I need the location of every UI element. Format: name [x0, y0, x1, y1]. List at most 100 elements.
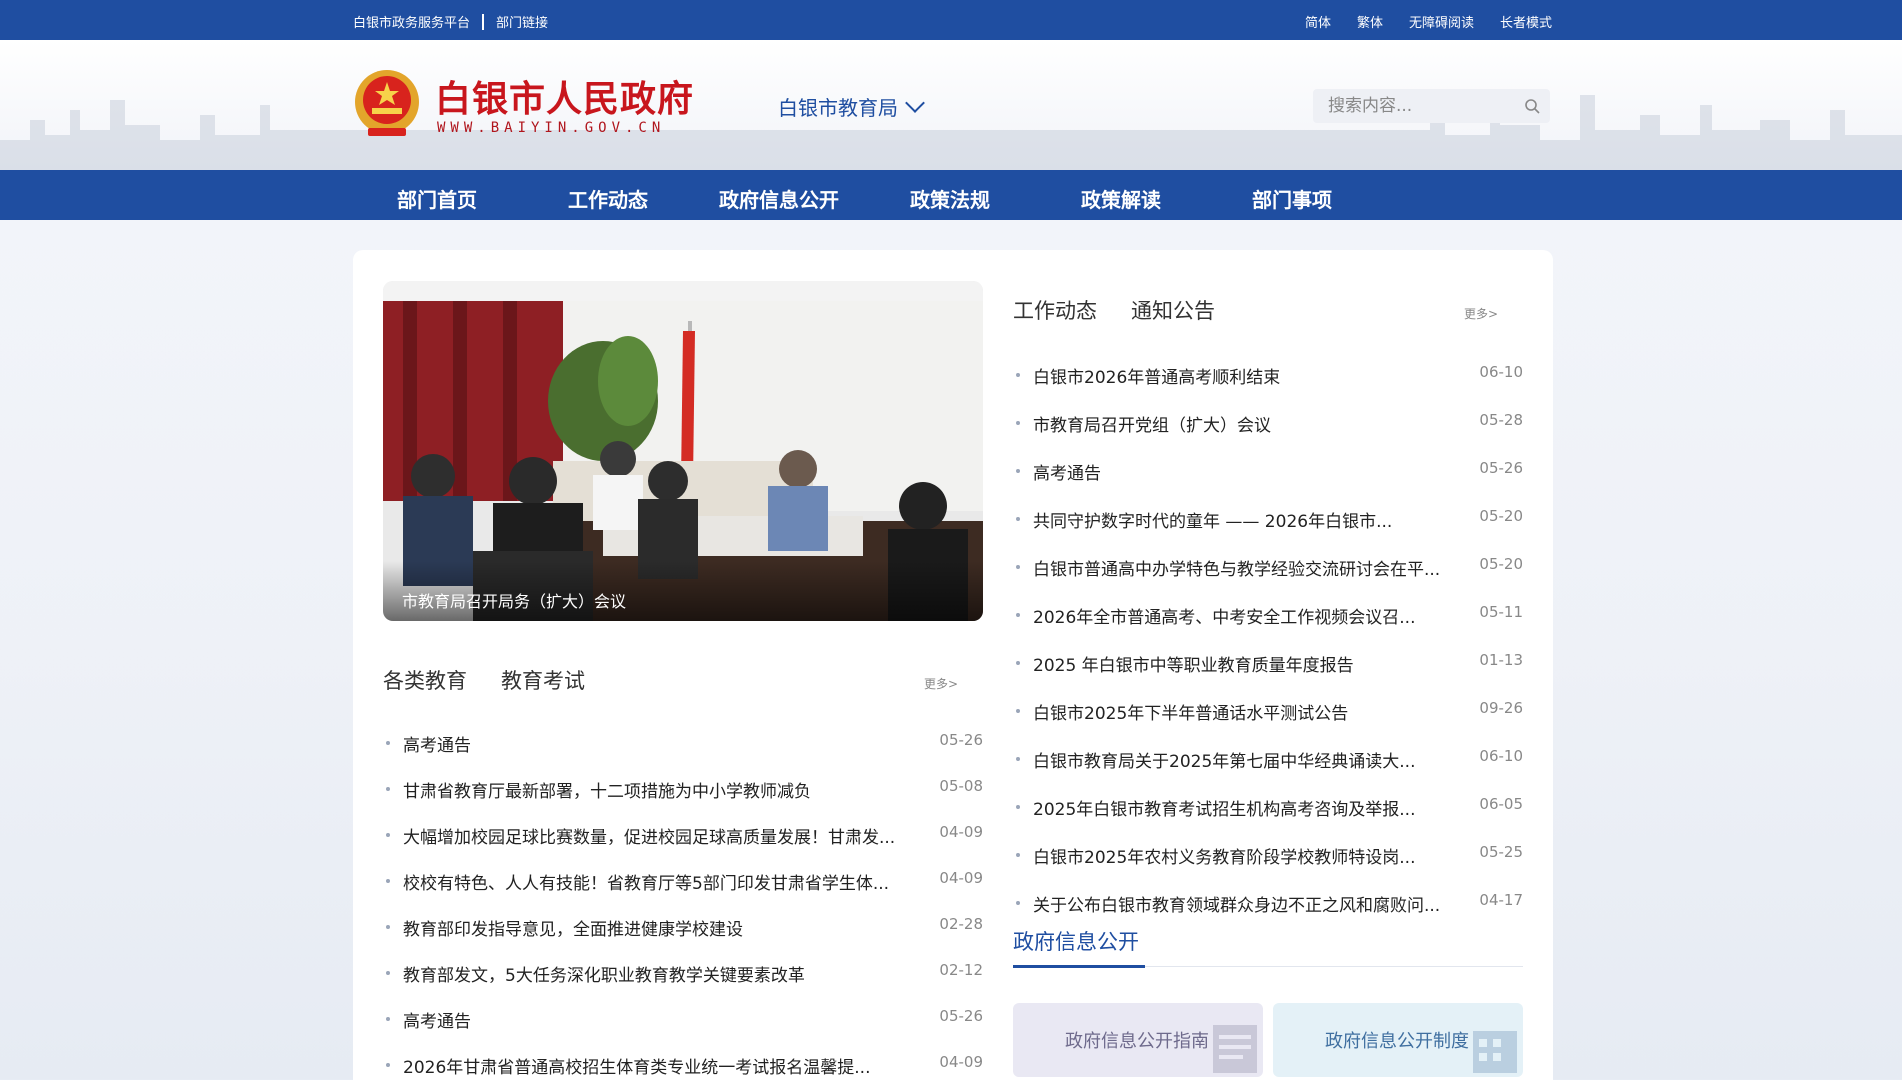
list-item[interactable]: 大幅增加校园足球比赛数量，促进校园足球高质量发展！甘肃发... 04-09 — [383, 821, 983, 867]
nav-item-policy-laws[interactable]: 政策法规 — [910, 184, 990, 213]
education-more-link[interactable]: 更多> — [924, 675, 958, 692]
list-item-date: 05-26 — [939, 1007, 983, 1025]
list-item-title: 关于公布白银市教育领域群众身边不正之风和腐败问... — [1033, 896, 1441, 916]
list-item-date: 04-09 — [939, 869, 983, 887]
list-item-date: 06-05 — [1479, 795, 1523, 813]
link-dept-links[interactable]: 部门链接 — [496, 12, 548, 31]
bullet-icon — [1016, 805, 1020, 809]
list-item-date: 01-13 — [1479, 651, 1523, 669]
list-item[interactable]: 校校有特色、人人有技能！省教育厅等5部门印发甘肃省学生体... 04-09 — [383, 867, 983, 913]
search-icon[interactable] — [1524, 98, 1540, 114]
education-tabs: 各类教育 教育考试 — [383, 665, 585, 695]
list-item[interactable]: 市教育局召开党组（扩大）会议 05-28 — [1013, 409, 1523, 457]
list-item[interactable]: 2026年全市普通高考、中考安全工作视频会议召... 05-11 — [1013, 601, 1523, 649]
list-item-date: 05-25 — [1479, 843, 1523, 861]
list-item[interactable]: 教育部发文，5大任务深化职业教育教学关键要素改革 02-12 — [383, 959, 983, 1005]
list-item-title: 白银市2026年普通高考顺利结束 — [1033, 368, 1281, 388]
gov-info-guide-button[interactable]: 政府信息公开指南 — [1013, 1003, 1263, 1077]
tab-education-exams[interactable]: 教育考试 — [501, 665, 585, 695]
list-item-title: 高考通告 — [1033, 464, 1101, 484]
bullet-icon — [1016, 517, 1020, 521]
list-item[interactable]: 高考通告 05-26 — [383, 729, 983, 775]
list-item-date: 05-11 — [1479, 603, 1523, 621]
bullet-icon — [386, 741, 390, 745]
list-item[interactable]: 白银市普通高中办学特色与教学经验交流研讨会在平... 05-20 — [1013, 553, 1523, 601]
tab-notices[interactable]: 通知公告 — [1131, 295, 1215, 325]
nav-item-gov-info[interactable]: 政府信息公开 — [719, 184, 839, 213]
tab-education-types[interactable]: 各类教育 — [383, 665, 467, 695]
link-simplified[interactable]: 简体 — [1305, 12, 1331, 31]
nav-item-policy-interpretation[interactable]: 政策解读 — [1081, 184, 1161, 213]
list-item[interactable]: 高考通告 05-26 — [1013, 457, 1523, 505]
list-item-title: 高考通告 — [403, 1012, 471, 1032]
bullet-icon — [1016, 373, 1020, 377]
nav-item-work-news[interactable]: 工作动态 — [568, 184, 648, 213]
featured-caption[interactable]: 市教育局召开局务（扩大）会议 — [383, 561, 983, 621]
tab-work-news[interactable]: 工作动态 — [1013, 295, 1097, 325]
list-item-title: 白银市教育局关于2025年第七届中华经典诵读大... — [1033, 752, 1416, 772]
gov-info-rules-label: 政府信息公开制度 — [1325, 1031, 1469, 1052]
list-item-date: 09-26 — [1479, 699, 1523, 717]
site-url: WWW.BAIYIN.GOV.CN — [437, 120, 666, 136]
chevron-down-icon — [905, 92, 925, 113]
link-elder-mode[interactable]: 长者模式 — [1500, 12, 1552, 31]
search-input[interactable] — [1328, 95, 1518, 117]
featured-photo[interactable]: 市教育局召开局务（扩大）会议 — [383, 281, 983, 621]
list-item-title: 白银市2025年农村义务教育阶段学校教师特设岗... — [1033, 848, 1416, 868]
nav-item-home[interactable]: 部门首页 — [397, 184, 477, 213]
department-name: 白银市教育局 — [778, 96, 898, 120]
list-item[interactable]: 白银市2025年下半年普通话水平测试公告 09-26 — [1013, 697, 1523, 745]
link-service-platform[interactable]: 白银市政务服务平台 — [353, 12, 470, 31]
site-header: 白银市人民政府 WWW.BAIYIN.GOV.CN 白银市教育局 — [0, 40, 1902, 170]
list-item[interactable]: 白银市2025年农村义务教育阶段学校教师特设岗... 05-25 — [1013, 841, 1523, 889]
nav-item-dept-matters[interactable]: 部门事项 — [1252, 184, 1332, 213]
gov-info-rules-button[interactable]: 政府信息公开制度 — [1273, 1003, 1523, 1077]
bullet-icon — [386, 787, 390, 791]
list-item-date: 05-20 — [1479, 507, 1523, 525]
news-list: 白银市2026年普通高考顺利结束 06-10 市教育局召开党组（扩大）会议 05-2… — [1013, 361, 1523, 937]
list-item[interactable]: 白银市教育局关于2025年第七届中华经典诵读大... 06-10 — [1013, 745, 1523, 793]
top-right-links: 简体 繁体 无障碍阅读 长者模式 — [1305, 12, 1552, 31]
list-item-date: 05-20 — [1479, 555, 1523, 573]
gov-info-heading[interactable]: 政府信息公开 — [1013, 926, 1139, 956]
bullet-icon — [1016, 757, 1020, 761]
list-item-title: 市教育局召开党组（扩大）会议 — [1033, 416, 1271, 436]
list-item[interactable]: 甘肃省教育厅最新部署，十二项措施为中小学教师减负 05-08 — [383, 775, 983, 821]
list-item-date: 02-12 — [939, 961, 983, 979]
list-item[interactable]: 共同守护数字时代的童年 —— 2026年白银市... 05-20 — [1013, 505, 1523, 553]
list-item-title: 2025 年白银市中等职业教育质量年度报告 — [1033, 656, 1354, 676]
bullet-icon — [386, 925, 390, 929]
list-item[interactable]: 2026年甘肃省普通高校招生体育类专业统一考试报名温馨提... 04-09 — [383, 1051, 983, 1080]
link-accessibility[interactable]: 无障碍阅读 — [1409, 12, 1474, 31]
list-item-date: 04-09 — [939, 1053, 983, 1071]
department-selector[interactable]: 白银市教育局 — [778, 92, 925, 121]
list-item-title: 白银市普通高中办学特色与教学经验交流研讨会在平... — [1033, 560, 1441, 580]
list-item-title: 教育部发文，5大任务深化职业教育教学关键要素改革 — [403, 966, 805, 986]
list-item[interactable]: 教育部印发指导意见，全面推进健康学校建设 02-28 — [383, 913, 983, 959]
building-icon — [1473, 1031, 1517, 1073]
bullet-icon — [1016, 565, 1020, 569]
list-item-title: 大幅增加校园足球比赛数量，促进校园足球高质量发展！甘肃发... — [403, 828, 896, 848]
national-emblem-icon[interactable] — [352, 68, 422, 140]
list-item[interactable]: 高考通告 05-26 — [383, 1005, 983, 1051]
link-traditional[interactable]: 繁体 — [1357, 12, 1383, 31]
skyline-decoration — [0, 95, 1902, 170]
main-nav: 部门首页 工作动态 政府信息公开 政策法规 政策解读 部门事项 — [0, 170, 1902, 220]
bullet-icon — [1016, 613, 1020, 617]
gov-info-guide-label: 政府信息公开指南 — [1065, 1031, 1209, 1052]
search-box — [1313, 89, 1550, 123]
bullet-icon — [1016, 469, 1020, 473]
divider — [482, 13, 485, 30]
list-item[interactable]: 白银市2026年普通高考顺利结束 06-10 — [1013, 361, 1523, 409]
list-item-date: 05-28 — [1479, 411, 1523, 429]
list-item-title: 2025年白银市教育考试招生机构高考咨询及举报... — [1033, 800, 1416, 820]
site-title[interactable]: 白银市人民政府 — [435, 70, 694, 122]
bullet-icon — [1016, 853, 1020, 857]
bullet-icon — [1016, 901, 1020, 905]
list-item[interactable]: 2025年白银市教育考试招生机构高考咨询及举报... 06-05 — [1013, 793, 1523, 841]
education-list: 高考通告 05-26 甘肃省教育厅最新部署，十二项措施为中小学教师减负 05-08 … — [383, 729, 983, 1080]
list-item-date: 05-26 — [1479, 459, 1523, 477]
gov-info-active-underline — [1013, 965, 1145, 968]
list-item[interactable]: 2025 年白银市中等职业教育质量年度报告 01-13 — [1013, 649, 1523, 697]
news-more-link[interactable]: 更多> — [1464, 305, 1498, 322]
